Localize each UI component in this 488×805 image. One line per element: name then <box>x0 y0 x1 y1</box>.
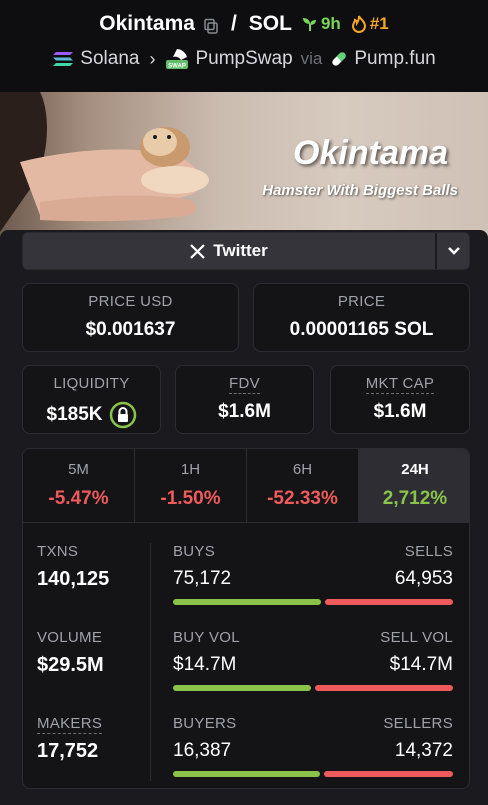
makers-value: 17,752 <box>37 740 99 762</box>
x-logo-icon <box>190 243 206 259</box>
via-label: via <box>300 49 323 68</box>
liquidity-value: $185K <box>46 404 103 425</box>
makers-split-bar <box>173 771 453 777</box>
chevron-down-icon <box>448 247 460 255</box>
tab-6h[interactable]: 6H -52.33% <box>247 449 359 523</box>
tab-5m[interactable]: 5M -5.47% <box>23 449 135 523</box>
fdv-box: FDV $1.6M <box>175 365 314 434</box>
mkt-cap-value: $1.6M <box>373 401 427 422</box>
makers-split: BUYERS SELLERS 16,387 14,372 <box>173 715 453 777</box>
banner-subtitle: Hamster With Biggest Balls <box>262 182 458 199</box>
sell-vol-label: SELL VOL <box>380 629 453 646</box>
pumpswap-icon: SWAP <box>166 49 189 70</box>
sellers-value: 14,372 <box>394 740 453 761</box>
volume-split: BUY VOL SELL VOL $14.7M $14.7M <box>173 629 453 691</box>
pair-age-value: 9h <box>320 14 341 33</box>
tab-change-value: 2,712% <box>382 488 448 509</box>
txns-label: TXNS <box>37 543 79 560</box>
makers-label[interactable]: MAKERS <box>37 715 103 734</box>
price-usd-value: $0.001637 <box>85 319 176 340</box>
timeframe-tabs: 5M -5.47% 1H -1.50% 6H -52.33% 24H 2,712… <box>23 449 469 523</box>
volume-split-bar <box>173 685 453 691</box>
price-usd-label: PRICE USD <box>88 293 173 310</box>
volume-metric: VOLUME $29.5M <box>37 629 104 677</box>
tab-change-value: -52.33% <box>267 488 338 509</box>
trending-rank[interactable]: #1 <box>351 14 389 34</box>
chain-link[interactable]: Solana <box>80 48 139 70</box>
tab-label: 5M <box>68 461 89 478</box>
more-links-button[interactable] <box>439 233 469 269</box>
buy-share-bar <box>173 599 321 605</box>
pair-header: Okintama / SOL 9h #1 Solana › SWAP PumpS… <box>0 0 488 92</box>
sell-share-bar <box>324 771 453 777</box>
tab-label: 1H <box>180 461 201 478</box>
tab-label: 24H <box>401 461 429 478</box>
sellers-label: SELLERS <box>383 715 453 732</box>
volume-label: VOLUME <box>37 629 103 646</box>
pair-title-row: Okintama / SOL 9h #1 <box>0 12 488 36</box>
volume-value: $29.5M <box>37 654 104 676</box>
copy-icon[interactable] <box>203 16 219 34</box>
social-divider <box>435 233 437 269</box>
mkt-cap-label-wrap: MKT CAP <box>331 375 469 394</box>
twitter-button[interactable]: Twitter <box>23 233 435 269</box>
sells-label: SELLS <box>404 543 453 560</box>
makers-metric: MAKERS 17,752 <box>37 715 103 763</box>
launchpad-link[interactable]: Pump.fun <box>354 48 435 70</box>
price-usd-box: PRICE USD $0.001637 <box>22 283 239 352</box>
quote-token: SOL <box>248 12 292 35</box>
sell-share-bar <box>325 599 453 605</box>
price-native-box: PRICE 0.00001165 SOL <box>253 283 470 352</box>
solana-icon <box>53 52 74 66</box>
txns-metric: TXNS 140,125 <box>37 543 109 591</box>
liquidity-label: LIQUIDITY <box>53 375 130 392</box>
sell-vol-value: $14.7M <box>389 654 453 675</box>
social-links: Twitter <box>22 232 470 270</box>
buy-vol-value: $14.7M <box>173 654 237 675</box>
txns-value: 140,125 <box>37 568 110 590</box>
mkt-cap-box: MKT CAP $1.6M <box>330 365 470 434</box>
flame-icon <box>351 15 366 33</box>
price-native-label: PRICE <box>337 293 386 310</box>
tab-1h[interactable]: 1H -1.50% <box>135 449 247 523</box>
twitter-label: Twitter <box>213 241 268 260</box>
buys-label: BUYS <box>173 543 216 560</box>
tab-24h[interactable]: 24H 2,712% <box>359 449 469 523</box>
buy-share-bar <box>173 685 311 691</box>
buyers-value: 16,387 <box>173 740 232 761</box>
banner-title: Okintama <box>293 134 448 172</box>
tab-label: 6H <box>292 461 313 478</box>
buy-vol-label: BUY VOL <box>173 629 240 646</box>
chevron-right-icon: › <box>149 48 156 69</box>
fdv-value: $1.6M <box>218 401 271 422</box>
liquidity-box: LIQUIDITY $185K <box>22 365 161 434</box>
pumpswap-badge-text: SWAP <box>169 64 187 70</box>
fdv-label[interactable]: FDV <box>229 375 260 394</box>
buys-value: 75,172 <box>173 568 232 589</box>
liquidity-value-row: $185K <box>23 401 160 429</box>
trending-rank-value: #1 <box>369 14 389 33</box>
sell-share-bar <box>315 685 453 691</box>
pill-icon <box>332 52 347 66</box>
tab-change-value: -1.50% <box>160 488 221 509</box>
trading-stats-panel: 5M -5.47% 1H -1.50% 6H -52.33% 24H 2,712… <box>22 448 470 789</box>
stats-divider <box>150 543 151 781</box>
mkt-cap-label[interactable]: MKT CAP <box>365 375 435 394</box>
lock-icon[interactable] <box>109 401 137 429</box>
pair-age: 9h <box>302 14 341 34</box>
token-name: Okintama <box>99 12 195 35</box>
tab-change-value: -5.47% <box>48 488 109 509</box>
buys-sells-bar <box>173 599 453 605</box>
dex-link[interactable]: PumpSwap <box>195 48 292 70</box>
sprout-icon <box>302 18 316 31</box>
makers-label-wrap: MAKERS <box>37 715 103 734</box>
price-native-value: 0.00001165 SOL <box>289 319 434 340</box>
pair-separator: / <box>230 12 237 35</box>
fdv-label-wrap: FDV <box>176 375 313 394</box>
buyers-label: BUYERS <box>173 715 237 732</box>
breadcrumb: Solana › SWAP PumpSwap via Pump.fun <box>0 48 488 70</box>
buy-share-bar <box>173 771 320 777</box>
sells-value: 64,953 <box>394 568 453 589</box>
buys-sells-split: BUYS SELLS 75,172 64,953 <box>173 543 453 605</box>
